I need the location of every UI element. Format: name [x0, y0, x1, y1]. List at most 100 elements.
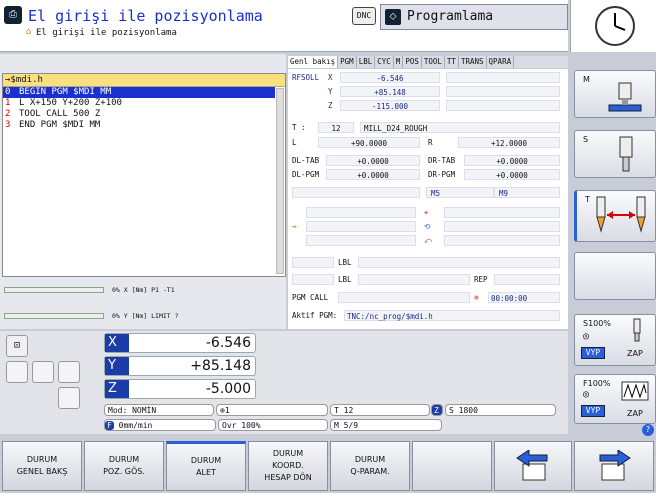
softkey-line2: ALET	[196, 468, 216, 477]
spindle-m-func: M5	[426, 187, 494, 198]
position-panel: ⊡ X -6.546 Y +85.148 Z -5.000 Mod: NOMİN ⊕1 T…	[0, 331, 568, 434]
editor-scrollbar[interactable]	[276, 88, 284, 274]
file-name: →$mdi.h	[3, 74, 285, 87]
keypad-button-2[interactable]	[32, 361, 54, 383]
feed-override[interactable]: F100% ◎ VYP ZAP	[574, 374, 656, 424]
keypad-button-4[interactable]	[58, 387, 80, 409]
lbl-label-1: LBL	[338, 258, 352, 267]
status-blank-4	[306, 207, 416, 218]
feed-indicator: F 0mm/min	[104, 419, 216, 431]
line-text: BEGIN PGM $MDI MM	[19, 87, 112, 97]
status-blank-10	[292, 257, 334, 268]
side-key-t[interactable]: T	[574, 190, 656, 242]
status-axis-value: -6.546	[340, 72, 440, 83]
status-tab[interactable]: CYC	[375, 56, 394, 68]
pgm-call-value	[338, 292, 470, 303]
status-tab[interactable]: TT	[445, 56, 459, 68]
tool-label: T :	[292, 123, 306, 132]
keypad-button-1[interactable]	[6, 361, 28, 383]
status-tab[interactable]: TRANS	[459, 56, 487, 68]
page-subtitle: El girişi ile pozisyonlama	[36, 28, 177, 38]
program-line[interactable]: 0 BEGIN PGM $MDI MM	[3, 87, 275, 98]
rep-label: REP	[474, 275, 488, 284]
softkey-5[interactable]: DURUM Q-PARAM.	[330, 441, 410, 491]
rfsoll-label: RFSOLL	[292, 73, 320, 82]
datum-icon: ⌖	[424, 208, 429, 217]
softkey-next-page[interactable]	[574, 441, 654, 491]
side-key-blank[interactable]	[574, 252, 656, 300]
softkey-line1: DURUM	[108, 455, 140, 464]
side-key-s[interactable]: S	[574, 130, 656, 178]
lbl-value-2	[358, 274, 470, 285]
lbl-value-1	[358, 257, 560, 268]
axis-value: -5.000	[205, 381, 251, 397]
mode-label: Programlama	[407, 9, 494, 24]
softkey-3[interactable]: DURUM ALET	[166, 441, 246, 491]
rep-value	[494, 274, 560, 285]
status-blank-1	[446, 72, 560, 83]
feed-zap-label: ZAP	[627, 409, 643, 418]
status-tab[interactable]: M	[394, 56, 404, 68]
status-tab[interactable]: TOOL	[422, 56, 445, 68]
softkey-line1: DURUM	[354, 455, 386, 464]
softkey-1[interactable]: DURUM GENEL BAKŞ	[2, 441, 82, 491]
load-meter-x	[4, 287, 104, 293]
program-line[interactable]: 3 END PGM $MDI MM	[3, 120, 275, 131]
status-tab[interactable]: LBL	[357, 56, 376, 68]
axis-name: X	[105, 334, 129, 352]
tool-name: MILL_D24_ROUGH	[360, 122, 560, 133]
help-icon[interactable]: ?	[642, 424, 654, 436]
mode-programming[interactable]: ⬦ Programlama	[380, 4, 568, 30]
softkey-2[interactable]: DURUM POZ. GÖS.	[84, 441, 164, 491]
pgm-call-label: PGM CALL	[292, 293, 329, 302]
softkey-blank[interactable]	[412, 441, 492, 491]
tool-length-icon	[596, 196, 646, 233]
coolant-m-func: M9	[494, 187, 560, 198]
line-number: 2	[5, 109, 11, 119]
axis-value: +85.148	[190, 358, 251, 374]
program-editor[interactable]: →$mdi.h 0 BEGIN PGM $MDI MM 1 L X+150 Y+200…	[2, 73, 286, 277]
status-axis-value: +85.148	[340, 86, 440, 97]
axis-position-x: X -6.546	[104, 333, 256, 353]
m-function: M 5/9	[330, 419, 442, 431]
tool-indicator: T 12	[330, 404, 430, 416]
r-value: +12.0000	[458, 137, 560, 148]
clock-icon	[595, 6, 635, 46]
status-tab[interactable]: PGM	[338, 56, 357, 68]
dltab-value: +0.0000	[326, 155, 420, 166]
keypad-button-3[interactable]	[58, 361, 80, 383]
line-number: 1	[5, 98, 11, 108]
spindle-vyp-button[interactable]: VYP	[581, 347, 605, 359]
status-tabs: Genl bakış PGM LBL CYC M POS TOOL TT TRANS QPARA	[288, 56, 568, 68]
spindle-override[interactable]: S100% ◎ VYP ZAP	[574, 314, 656, 366]
feed-vyp-button[interactable]: VYP	[581, 405, 605, 417]
status-blank-5	[306, 221, 416, 232]
home-icon: ⌂	[26, 27, 32, 37]
status-blank-2	[446, 86, 560, 97]
side-key-m[interactable]: M	[574, 70, 656, 118]
softkey-4[interactable]: DURUM KOORD. HESAP DÖN	[248, 441, 328, 491]
mode-toggle-button[interactable]: ⊡	[6, 335, 28, 357]
spindle-override-icon	[633, 318, 641, 342]
override: Ovr 100%	[218, 419, 328, 431]
program-line[interactable]: 1 L X+150 Y+200 Z+100	[3, 98, 275, 109]
axis-position-z: Z -5.000	[104, 379, 256, 399]
mode-icon: ⎙	[4, 6, 22, 24]
line-text: TOOL CALL 500 Z	[19, 109, 101, 119]
status-axis-value: -115.000	[340, 100, 440, 111]
status-tab[interactable]: QPARA	[487, 56, 515, 68]
spindle-speed: S 1800	[445, 404, 556, 416]
m-func-blank	[292, 187, 420, 198]
softkey-line2: POZ. GÖS.	[103, 467, 145, 476]
drtab-value: +0.0000	[464, 155, 560, 166]
feed-override-icon	[621, 381, 649, 401]
status-tab[interactable]: POS	[403, 56, 422, 68]
dnc-badge[interactable]: DNC	[352, 7, 376, 25]
dlpgm-label: DL-PGM	[292, 170, 320, 179]
status-tab[interactable]: Genl bakış	[288, 56, 339, 68]
programming-icon: ⬦	[385, 9, 401, 25]
program-line[interactable]: 2 TOOL CALL 500 Z	[3, 109, 275, 120]
dlpgm-value: +0.0000	[326, 169, 420, 180]
softkey-line1: DURUM	[272, 449, 304, 458]
softkey-prev-page[interactable]	[494, 441, 572, 491]
